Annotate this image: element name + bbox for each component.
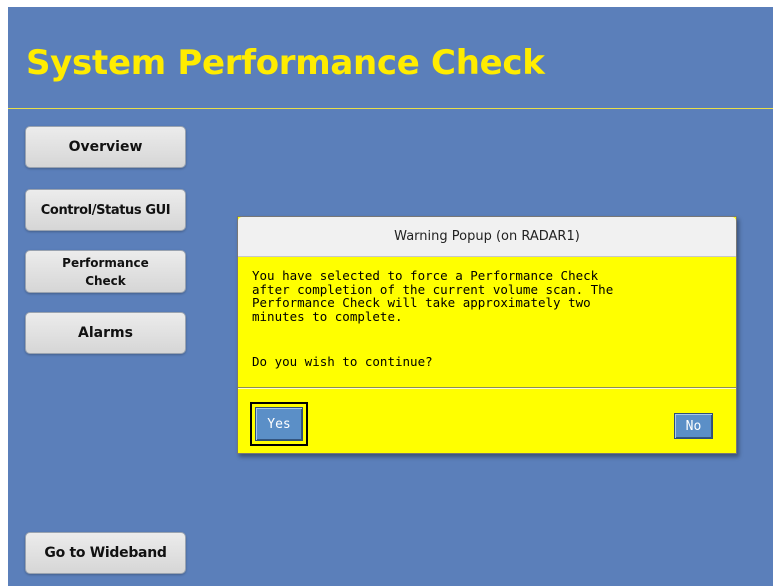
warning-popup: Warning Popup (on RADAR1) You have selec…	[237, 216, 737, 454]
go-to-wideband-button-label: Go to Wideband	[44, 545, 167, 561]
alarms-button-label: Alarms	[78, 325, 133, 341]
control-status-gui-button-label: Control/Status GUI	[40, 202, 171, 218]
alarms-button[interactable]: Alarms	[25, 312, 186, 354]
title-divider	[8, 108, 773, 109]
go-to-wideband-button[interactable]: Go to Wideband	[25, 532, 186, 574]
performance-check-label-line2: Check	[85, 273, 126, 288]
no-button-label: No	[685, 418, 702, 434]
yes-button-focus-frame: Yes	[250, 402, 308, 446]
overview-button[interactable]: Overview	[25, 126, 186, 168]
overview-button-label: Overview	[68, 139, 143, 155]
popup-divider	[238, 387, 736, 388]
yes-button[interactable]: Yes	[255, 407, 303, 441]
slide-background: System Performance Check Overview Contro…	[8, 7, 773, 586]
popup-title: Warning Popup (on RADAR1)	[394, 229, 580, 244]
performance-check-button[interactable]: Performance Check	[25, 250, 186, 293]
popup-titlebar[interactable]: Warning Popup (on RADAR1)	[238, 217, 736, 257]
page-title: System Performance Check	[26, 43, 545, 83]
performance-check-label-line1: Performance	[62, 255, 149, 270]
control-status-gui-button[interactable]: Control/Status GUI	[25, 189, 186, 231]
no-button[interactable]: No	[674, 413, 713, 439]
popup-question: Do you wish to continue?	[252, 354, 433, 369]
popup-message: You have selected to force a Performance…	[252, 268, 614, 324]
yes-button-label: Yes	[267, 416, 291, 432]
